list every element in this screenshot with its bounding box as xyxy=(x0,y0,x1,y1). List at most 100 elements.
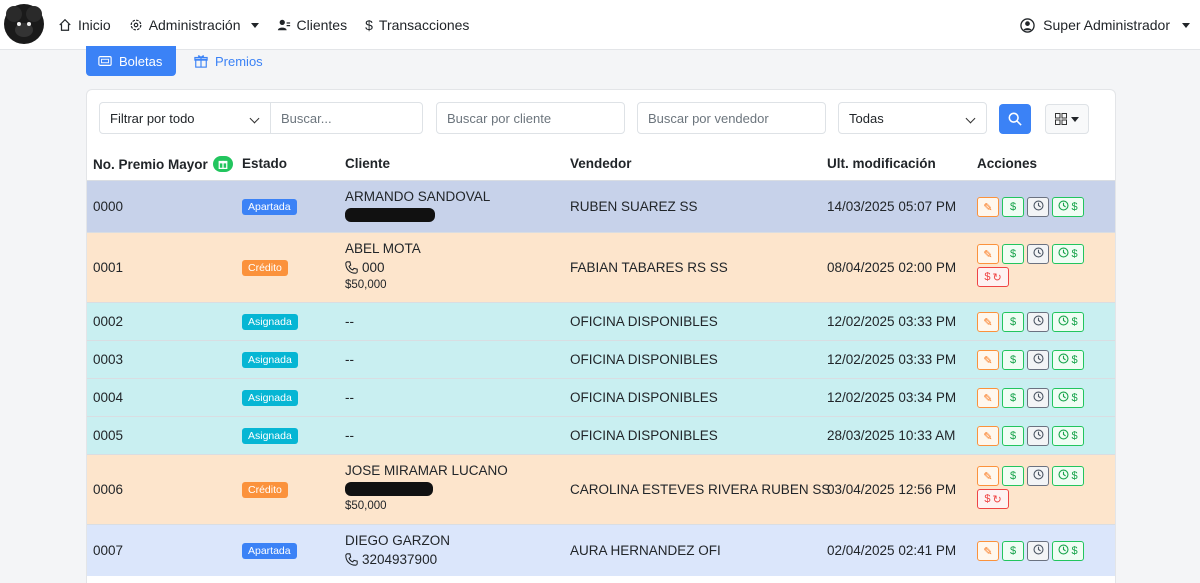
col-status[interactable]: Estado xyxy=(242,156,287,171)
payment-history-button[interactable]: $ xyxy=(1052,312,1084,332)
payment-history-button[interactable]: $ xyxy=(1052,388,1084,408)
payment-history-button[interactable]: $ xyxy=(1052,197,1084,217)
history-button[interactable] xyxy=(1027,312,1049,332)
status-select-value: Todas xyxy=(849,110,884,126)
seller-search-input[interactable]: Buscar por vendedor xyxy=(637,102,826,134)
view-toggle-button[interactable] xyxy=(1045,104,1089,134)
table-row[interactable]: 0000 Apartada ARMANDO SANDOVAL RUBEN SUAREZ… xyxy=(87,180,1115,232)
user-menu[interactable]: Super Administrador xyxy=(1020,0,1190,50)
table-row[interactable]: 0005 Asignada -- OFICINA DISPONIBLES 28/03/2… xyxy=(87,416,1115,454)
col-client[interactable]: Cliente xyxy=(345,156,390,171)
payment-button[interactable]: $ xyxy=(1002,466,1024,486)
dollar-icon: $ xyxy=(984,271,991,283)
payment-button[interactable]: $ xyxy=(1002,350,1024,370)
chevron-down-icon xyxy=(250,22,259,28)
brand-logo[interactable] xyxy=(0,0,50,50)
users-icon xyxy=(277,19,290,31)
nav-clientes[interactable]: Clientes xyxy=(277,17,347,33)
edit-button[interactable]: ✎ xyxy=(977,350,999,370)
client-search-placeholder: Buscar por cliente xyxy=(447,110,552,126)
row-client: -- xyxy=(345,428,354,443)
status-select[interactable]: Todas xyxy=(838,102,987,134)
col-number-label: No. Premio Mayor xyxy=(93,156,208,172)
table-row[interactable]: 0002 Asignada -- OFICINA DISPONIBLES 12/02/2… xyxy=(87,302,1115,340)
client-name: -- xyxy=(345,352,354,367)
edit-button[interactable]: ✎ xyxy=(977,466,999,486)
edit-button[interactable]: ✎ xyxy=(977,244,999,264)
user-name: Super Administrador xyxy=(1043,17,1170,33)
payment-history-button[interactable]: $ xyxy=(1052,350,1084,370)
client-amount: $50,000 xyxy=(345,279,387,291)
row-number: 0000 xyxy=(93,199,124,214)
client-phone xyxy=(345,482,508,496)
history-button[interactable] xyxy=(1027,244,1049,264)
row-client: DIEGO GARZON 3204937900 xyxy=(345,533,450,567)
row-client: -- xyxy=(345,352,354,367)
client-name: ABEL MOTA xyxy=(345,241,421,256)
row-modified: 02/04/2025 02:41 PM xyxy=(827,543,957,558)
payment-button[interactable]: $ xyxy=(1002,426,1024,446)
clock-icon xyxy=(1032,469,1044,483)
pencil-icon: ✎ xyxy=(983,392,993,405)
search-placeholder: Buscar... xyxy=(281,110,332,126)
row-number: 0005 xyxy=(93,428,124,443)
nav-administracion[interactable]: Administración xyxy=(129,17,259,33)
history-button[interactable] xyxy=(1027,388,1049,408)
payment-button[interactable]: $ xyxy=(1002,541,1024,561)
edit-button[interactable]: ✎ xyxy=(977,426,999,446)
pencil-icon: ✎ xyxy=(983,470,993,483)
client-name: DIEGO GARZON xyxy=(345,533,451,548)
col-number[interactable]: No. Premio Mayor xyxy=(93,156,233,172)
payment-history-button[interactable]: $ xyxy=(1052,244,1084,264)
pencil-icon: ✎ xyxy=(983,545,993,558)
tab-boletas[interactable]: Boletas xyxy=(86,46,176,76)
payment-button[interactable]: $ xyxy=(1002,312,1024,332)
edit-button[interactable]: ✎ xyxy=(977,541,999,561)
row-modified: 28/03/2025 10:33 AM xyxy=(827,428,956,443)
pencil-icon: ✎ xyxy=(983,248,993,261)
refund-button[interactable]: $ ↻ xyxy=(977,489,1009,509)
edit-button[interactable]: ✎ xyxy=(977,197,999,217)
payment-button[interactable]: $ xyxy=(1002,244,1024,264)
table-header: No. Premio Mayor Estado Cliente Vendedor… xyxy=(87,150,1115,180)
history-button[interactable] xyxy=(1027,350,1049,370)
col-seller[interactable]: Vendedor xyxy=(570,156,632,171)
history-button[interactable] xyxy=(1027,197,1049,217)
dollar-icon: $ xyxy=(1009,316,1017,328)
chevron-down-icon xyxy=(1071,116,1079,122)
payment-history-button[interactable]: $ xyxy=(1052,426,1084,446)
payment-button[interactable]: $ xyxy=(1002,197,1024,217)
edit-button[interactable]: ✎ xyxy=(977,388,999,408)
nav-transacciones[interactable]: $ Transacciones xyxy=(365,17,469,33)
payment-button[interactable]: $ xyxy=(1002,388,1024,408)
payment-history-button[interactable]: $ xyxy=(1052,466,1084,486)
table-row[interactable]: 0001 Crédito ABEL MOTA 000 $50,000 FABIAN TAB… xyxy=(87,232,1115,302)
gear-icon xyxy=(130,19,142,31)
edit-button[interactable]: ✎ xyxy=(977,312,999,332)
status-badge: Asignada xyxy=(242,314,298,330)
nav-inicio[interactable]: Inicio xyxy=(58,17,111,33)
row-seller: RUBEN SUAREZ SS xyxy=(570,199,698,214)
table-row[interactable]: 0004 Asignada -- OFICINA DISPONIBLES 12/02/2… xyxy=(87,378,1115,416)
tab-premios[interactable]: Premios xyxy=(182,46,275,76)
col-actions: Acciones xyxy=(977,156,1037,171)
client-search-input[interactable]: Buscar por cliente xyxy=(436,102,625,134)
search-input[interactable]: Buscar... xyxy=(270,102,423,134)
search-button[interactable] xyxy=(999,104,1031,134)
history-button[interactable] xyxy=(1027,466,1049,486)
table-row[interactable]: 0007 Apartada DIEGO GARZON 3204937900 AURA H… xyxy=(87,524,1115,576)
history-button[interactable] xyxy=(1027,541,1049,561)
table-row[interactable]: 0003 Asignada -- OFICINA DISPONIBLES 12/02/2… xyxy=(87,340,1115,378)
status-badge: Crédito xyxy=(242,482,288,498)
table-row[interactable]: 0006 Crédito JOSE MIRAMAR LUCANO $50,000 CAR… xyxy=(87,454,1115,524)
col-modified[interactable]: Ult. modificación xyxy=(827,156,936,171)
refund-button[interactable]: $ ↻ xyxy=(977,267,1009,287)
filter-select[interactable]: Filtrar por todo xyxy=(99,102,271,134)
row-actions: ✎ $ $ $ ↻ xyxy=(977,466,1097,509)
navbar: Inicio Administración Clientes $ Transac… xyxy=(0,0,1200,50)
chevron-down-icon xyxy=(965,113,976,124)
clock-icon xyxy=(1032,315,1044,329)
history-button[interactable] xyxy=(1027,426,1049,446)
payment-history-button[interactable]: $ xyxy=(1052,541,1084,561)
dollar-icon: $ xyxy=(1009,470,1017,482)
